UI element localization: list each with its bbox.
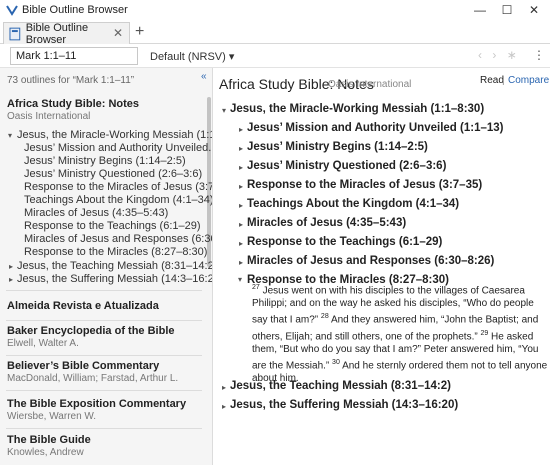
collapsed-arrow-icon[interactable]: ▸ — [239, 220, 243, 229]
tree-item[interactable]: Response to the Miracles (8:27–8:30) — [24, 246, 207, 258]
outline-heading-miracle-working[interactable]: Jesus, the Miracle-Working Messiah (1:1–… — [230, 103, 484, 115]
book-icon — [9, 27, 21, 40]
back-arrow-icon[interactable]: ‹ — [478, 48, 482, 62]
passage-text: 27 Jesus went on with his disciples to t… — [252, 281, 548, 385]
tree-item[interactable]: Miracles of Jesus and Responses (6:30... — [24, 233, 212, 245]
chevron-down-icon: ▾ — [228, 51, 235, 63]
entry-title: Almeida Revista e Atualizada — [7, 300, 159, 312]
outline-item[interactable]: Teachings About the Kingdom (4:1–34) — [247, 198, 459, 210]
compare-link[interactable]: Compare — [508, 75, 549, 86]
collapsed-arrow-icon[interactable]: ▸ — [239, 163, 243, 172]
outline-item[interactable]: Miracles of Jesus (4:35–5:43) — [247, 217, 406, 229]
outline-item[interactable]: Jesus’ Ministry Begins (1:14–2:5) — [247, 141, 428, 153]
window-title: Bible Outline Browser — [22, 4, 128, 16]
expanded-arrow-icon[interactable]: ▾ — [238, 275, 242, 284]
tab-bible-outline-browser[interactable]: Bible Outline Browser ✕ — [3, 22, 130, 46]
read-link[interactable]: Read — [480, 75, 504, 86]
collapsed-arrow-icon[interactable]: ▸ — [222, 383, 226, 392]
tree-item[interactable]: Response to the Miracles of Jesus (3:7..… — [24, 181, 212, 193]
resource-publisher: Oasis International — [328, 79, 412, 90]
outline-heading-teaching[interactable]: Jesus, the Teaching Messiah (8:31–14:2) — [230, 380, 451, 392]
verse-number: 28 — [320, 313, 329, 321]
collapsed-arrow-icon[interactable]: ▸ — [239, 239, 243, 248]
reference-input[interactable] — [10, 47, 138, 65]
tree-item[interactable]: Miracles of Jesus (4:35–5:43) — [24, 207, 168, 219]
history-nav: ‹ › ∗ — [478, 48, 524, 62]
minimize-button[interactable]: — — [470, 1, 490, 19]
version-label: Default (NRSV) — [150, 51, 226, 63]
expanded-arrow-icon[interactable]: ▾ — [8, 131, 12, 140]
divider — [6, 355, 202, 356]
entry-title: The Bible Guide — [7, 434, 91, 446]
outline-entry-baker[interactable]: Baker Encyclopedia of the Bible Elwell, … — [0, 325, 206, 351]
add-tab-icon[interactable]: + — [135, 23, 144, 41]
entry-subtitle: Knowles, Andrew — [7, 447, 84, 458]
more-options-icon[interactable]: ⋮ — [533, 48, 545, 62]
tree-item[interactable]: Jesus’ Ministry Questioned (2:6–3:6) — [24, 168, 202, 180]
toolbar: Default (NRSV) ▾ ‹ › ∗ ⋮ — [0, 44, 550, 68]
entry-subtitle: Wiersbe, Warren W. — [7, 411, 97, 422]
outline-heading-suffering[interactable]: Jesus, the Suffering Messiah (14:3–16:20… — [230, 399, 458, 411]
collapsed-arrow-icon[interactable]: ▸ — [239, 144, 243, 153]
outline-item[interactable]: Jesus’ Ministry Questioned (2:6–3:6) — [247, 160, 446, 172]
collapsed-arrow-icon[interactable]: ▸ — [239, 125, 243, 134]
version-dropdown[interactable]: Default (NRSV) ▾ — [150, 50, 234, 63]
link-separator: | — [502, 75, 505, 86]
tree-item[interactable]: Jesus’ Mission and Authority Unveiled... — [24, 142, 212, 154]
entry-subtitle: Oasis International — [7, 111, 91, 122]
app-logo-icon — [6, 5, 18, 16]
outline-content: Africa Study Bible: Notes Oasis Internat… — [214, 68, 550, 465]
tree-item-miracle-working[interactable]: Jesus, the Miracle-Working Messiah (1:1.… — [17, 129, 212, 141]
title-bar: Bible Outline Browser — ☐ ✕ — [0, 0, 550, 20]
tree-item[interactable]: Response to the Teachings (6:1–29) — [24, 220, 201, 232]
outline-sidebar: 73 outlines for “Mark 1:1–11” « Africa S… — [0, 68, 213, 465]
collapsed-arrow-icon[interactable]: ▸ — [9, 262, 13, 271]
outline-entry-almeida[interactable]: Almeida Revista e Atualizada — [0, 300, 206, 320]
outline-item[interactable]: Jesus’ Mission and Authority Unveiled (1… — [247, 122, 503, 134]
entry-title: The Bible Exposition Commentary — [7, 398, 187, 410]
entry-title: Believer’s Bible Commentary — [7, 360, 160, 372]
tab-strip: Bible Outline Browser ✕ + — [0, 20, 550, 46]
close-window-button[interactable]: ✕ — [524, 1, 544, 19]
entry-subtitle: MacDonald, William; Farstad, Arthur L. — [7, 373, 179, 384]
verse-number: 30 — [332, 358, 340, 366]
entry-title: Africa Study Bible: Notes — [7, 98, 140, 110]
collapsed-arrow-icon[interactable]: ▸ — [239, 258, 243, 267]
collapsed-arrow-icon[interactable]: ▸ — [239, 201, 243, 210]
outline-entry-africa-study-bible[interactable]: Africa Study Bible: Notes Oasis Internat… — [0, 98, 206, 122]
divider — [6, 428, 202, 429]
tree-item-teaching-messiah[interactable]: Jesus, the Teaching Messiah (8:31–14:2) — [17, 260, 212, 272]
maximize-button[interactable]: ☐ — [497, 1, 517, 19]
entry-title: Baker Encyclopedia of the Bible — [7, 325, 175, 337]
pin-icon[interactable]: ∗ — [507, 48, 517, 62]
divider — [6, 290, 202, 291]
forward-arrow-icon[interactable]: › — [492, 48, 496, 62]
collapsed-arrow-icon[interactable]: ▸ — [239, 182, 243, 191]
tree-item[interactable]: Jesus’ Ministry Begins (1:14–2:5) — [24, 155, 186, 167]
collapsed-arrow-icon[interactable]: ▸ — [222, 402, 226, 411]
outline-item[interactable]: Response to the Teachings (6:1–29) — [247, 236, 442, 248]
tree-item-suffering-messiah[interactable]: Jesus, the Suffering Messiah (14:3–16:20… — [17, 273, 212, 285]
outline-entry-believers[interactable]: Believer’s Bible Commentary MacDonald, W… — [0, 360, 206, 386]
divider — [6, 320, 202, 321]
entry-subtitle: Elwell, Walter A. — [7, 338, 79, 349]
tree-item[interactable]: Teachings About the Kingdom (4:1–34) — [24, 194, 212, 206]
expanded-arrow-icon[interactable]: ▾ — [222, 106, 226, 115]
divider — [6, 390, 202, 391]
collapse-sidebar-icon[interactable]: « — [201, 71, 207, 82]
outline-item[interactable]: Miracles of Jesus and Responses (6:30–8:… — [247, 255, 494, 267]
close-tab-icon[interactable]: ✕ — [113, 26, 123, 40]
outline-entry-exposition[interactable]: The Bible Exposition Commentary Wiersbe,… — [0, 398, 206, 424]
verse-number: 27 — [252, 284, 260, 291]
outline-item[interactable]: Response to the Miracles of Jesus (3:7–3… — [247, 179, 482, 191]
outline-entry-bible-guide[interactable]: The Bible Guide Knowles, Andrew — [0, 434, 206, 460]
collapsed-arrow-icon[interactable]: ▸ — [9, 275, 13, 284]
outline-count: 73 outlines for “Mark 1:1–11” — [7, 75, 135, 86]
